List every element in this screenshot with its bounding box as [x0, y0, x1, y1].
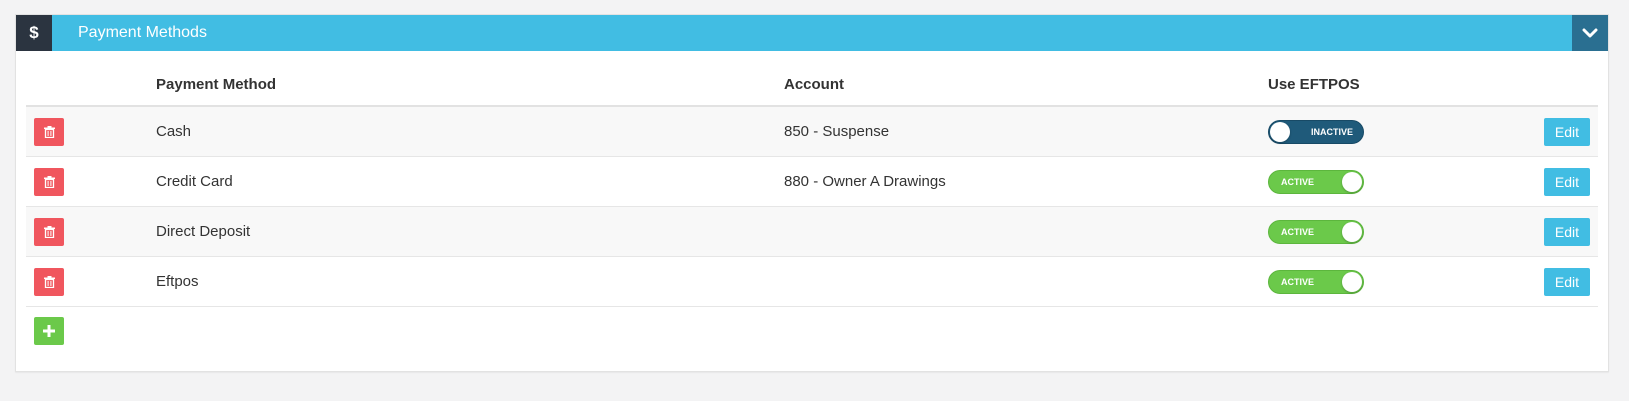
- header-payment-method: Payment Method: [156, 75, 277, 93]
- eftpos-toggle[interactable]: ACTIVE: [1268, 169, 1364, 194]
- header-account: Account: [784, 75, 844, 93]
- toggle-knob: [1270, 121, 1290, 142]
- payment-method-cell: Cash: [156, 123, 192, 140]
- table-row: Eftpos ACTIVE Edit: [26, 257, 1598, 307]
- toggle-knob: [1342, 271, 1362, 292]
- trash-icon: [43, 275, 55, 288]
- payment-methods-panel: $ Payment Methods Payment Method Account…: [15, 14, 1609, 372]
- edit-button[interactable]: Edit: [1543, 217, 1590, 246]
- eftpos-toggle[interactable]: ACTIVE: [1268, 219, 1364, 244]
- account-cell: 880 - Owner A Drawings: [784, 173, 946, 190]
- edit-button[interactable]: Edit: [1543, 167, 1590, 196]
- eftpos-toggle[interactable]: ACTIVE: [1268, 269, 1364, 294]
- header-use-eftpos: Use EFTPOS: [1268, 75, 1360, 93]
- panel-header: $ Payment Methods: [16, 15, 1608, 51]
- edit-button[interactable]: Edit: [1543, 117, 1590, 146]
- delete-button[interactable]: [34, 117, 64, 146]
- table-row: Direct Deposit ACTIVE Edit: [26, 207, 1598, 257]
- toggle-knob: [1342, 171, 1362, 192]
- trash-icon: [43, 125, 55, 138]
- add-payment-method-button[interactable]: [34, 317, 64, 345]
- panel-title: Payment Methods: [78, 24, 207, 41]
- payment-method-cell: Eftpos: [156, 273, 199, 290]
- table-row: Credit Card 880 - Owner A Drawings ACTIV…: [26, 157, 1598, 207]
- plus-icon: [43, 325, 55, 337]
- table-row: Cash 850 - Suspense INACTIVE Edit: [26, 107, 1598, 157]
- chevron-down-icon: [1582, 28, 1598, 38]
- eftpos-toggle[interactable]: INACTIVE: [1268, 119, 1364, 144]
- table-header-row: Payment Method Account Use EFTPOS: [26, 63, 1598, 107]
- account-cell: 850 - Suspense: [784, 123, 890, 140]
- delete-button[interactable]: [34, 267, 64, 296]
- edit-button[interactable]: Edit: [1543, 267, 1590, 296]
- collapse-button[interactable]: [1572, 15, 1608, 51]
- toggle-label: ACTIVE: [1281, 176, 1315, 187]
- delete-button[interactable]: [34, 167, 64, 196]
- toggle-knob: [1342, 221, 1362, 242]
- toggle-label: INACTIVE: [1310, 126, 1353, 137]
- toggle-label: ACTIVE: [1281, 276, 1315, 287]
- payment-method-cell: Credit Card: [156, 173, 233, 190]
- trash-icon: [43, 225, 55, 238]
- dollar-icon: $: [16, 15, 52, 51]
- toggle-label: ACTIVE: [1281, 226, 1315, 237]
- payment-method-cell: Direct Deposit: [156, 223, 251, 240]
- delete-button[interactable]: [34, 217, 64, 246]
- payment-methods-table: Payment Method Account Use EFTPOS Cash 8…: [16, 51, 1608, 345]
- table-body: Cash 850 - Suspense INACTIVE Edit Credit…: [26, 107, 1598, 307]
- trash-icon: [43, 175, 55, 188]
